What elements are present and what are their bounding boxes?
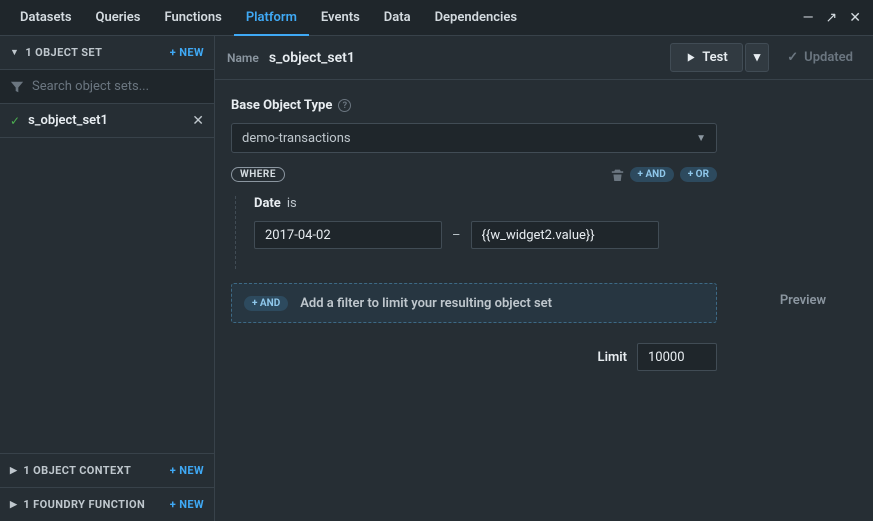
tabbar: Datasets Queries Functions Platform Even… [0,0,873,36]
base-object-type-label: Base Object Type ? [231,98,717,113]
new-object-set-button[interactable]: + NEW [170,46,204,59]
filter-from-input[interactable] [254,221,442,249]
new-foundry-function-button[interactable]: + NEW [170,498,204,511]
test-dropdown-button[interactable]: ▾ [745,43,770,72]
trash-icon[interactable] [611,168,624,181]
filter-icon [10,80,24,94]
updated-label: Updated [804,50,853,65]
tab-queries[interactable]: Queries [84,0,153,36]
sidebar: ▼ 1 OBJECT SET + NEW ✓ s_object_set1 ✕ ▶… [0,36,215,521]
name-value[interactable]: s_object_set1 [269,50,660,66]
chevron-right-icon: ▶ [10,500,17,510]
window-controls: — ↗ ✕ [799,10,865,26]
tab-platform[interactable]: Platform [234,0,309,36]
updated-status: ✓ Updated [779,50,861,65]
add-and-pill[interactable]: + AND [244,296,288,311]
check-icon: ✓ [10,114,20,128]
object-set-label: 1 OBJECT SET [25,46,102,59]
tab-datasets[interactable]: Datasets [8,0,84,36]
main-toolbar: Name s_object_set1 Test ▾ ✓ Updated [215,36,873,80]
tab-data[interactable]: Data [372,0,423,36]
sidebar-object-context-header[interactable]: ▶ 1 OBJECT CONTEXT + NEW [0,453,214,487]
chevron-down-icon: ▼ [696,133,706,144]
where-pill: WHERE [231,167,285,182]
object-set-name: s_object_set1 [28,113,184,128]
filter-op: is [287,196,297,211]
preview-label: Preview [780,293,826,308]
new-object-context-button[interactable]: + NEW [170,464,204,477]
chevron-right-icon: ▶ [10,466,17,476]
limit-input[interactable] [637,343,717,371]
limit-label: Limit [598,350,627,365]
object-context-label: 1 OBJECT CONTEXT [23,464,131,477]
search-row [0,70,214,104]
tab-events[interactable]: Events [309,0,372,36]
sidebar-foundry-function-header[interactable]: ▶ 1 FOUNDRY FUNCTION + NEW [0,487,214,521]
name-label: Name [227,51,259,65]
filter-field-row[interactable]: Date is [254,196,717,211]
remove-object-set-icon[interactable]: ✕ [192,113,204,129]
base-object-type-select[interactable]: demo-transactions ▼ [231,123,717,153]
expand-icon[interactable]: ↗ [822,10,842,26]
sidebar-object-set-header[interactable]: ▼ 1 OBJECT SET + NEW [0,36,214,70]
add-filter-row[interactable]: + AND Add a filter to limit your resulti… [231,283,717,323]
test-button[interactable]: Test [670,43,742,72]
chevron-down-icon: ▾ [754,50,761,65]
close-icon[interactable]: ✕ [845,10,865,26]
minimize-icon[interactable]: — [799,10,818,26]
object-set-item[interactable]: ✓ s_object_set1 ✕ [0,104,214,138]
tab-dependencies[interactable]: Dependencies [423,0,529,36]
foundry-function-label: 1 FOUNDRY FUNCTION [23,498,145,511]
check-icon: ✓ [787,50,798,65]
filter-block: Date is – [235,196,717,269]
search-input[interactable] [32,79,204,94]
preview-pane[interactable]: Preview [733,80,873,521]
editor: Base Object Type ? demo-transactions ▼ W… [215,80,733,521]
filter-to-input[interactable] [471,221,659,249]
play-icon [685,52,696,63]
help-icon[interactable]: ? [338,99,351,112]
base-object-type-value: demo-transactions [242,131,696,146]
add-or-pill[interactable]: + OR [680,167,717,182]
add-and-pill[interactable]: + AND [630,167,674,182]
main: Name s_object_set1 Test ▾ ✓ Updated [215,36,873,521]
chevron-down-icon: ▼ [10,47,19,58]
tab-functions[interactable]: Functions [152,0,233,36]
add-filter-hint: Add a filter to limit your resulting obj… [300,296,552,311]
range-dash: – [452,228,461,243]
filter-field: Date [254,196,281,211]
test-label: Test [702,50,727,65]
